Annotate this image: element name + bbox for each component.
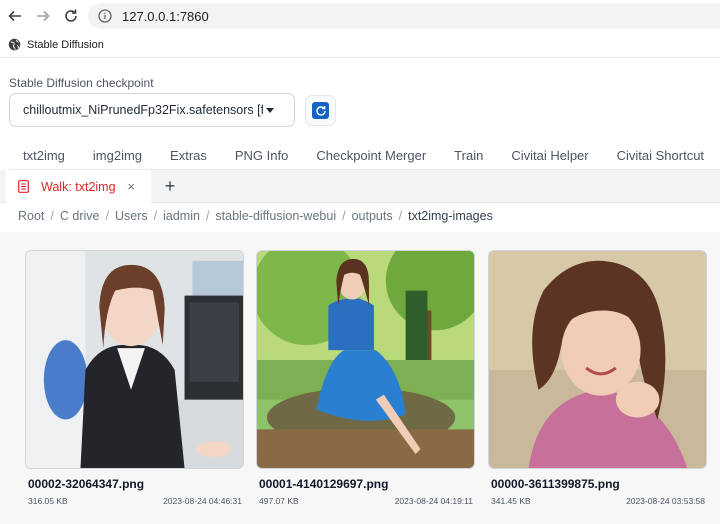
breadcrumb-item[interactable]: outputs [352,209,393,223]
breadcrumb-separator: / [153,209,158,223]
walk-tab[interactable]: Walk: txt2img × [6,170,151,203]
breadcrumb-item[interactable]: Users [115,209,148,223]
reload-button[interactable] [58,3,84,29]
chevron-down-icon [266,108,274,113]
file-date: 2023-08-24 04:46:31 [163,496,242,506]
document-icon [18,180,29,193]
refresh-checkpoints-button[interactable] [305,95,336,126]
breadcrumb-separator: / [205,209,210,223]
breadcrumb-separator: / [342,209,346,223]
close-icon[interactable]: × [127,179,135,194]
tab-checkpoint-merger[interactable]: Checkpoint Merger [302,142,440,170]
breadcrumb-item[interactable]: Root [18,209,44,223]
image-thumbnail[interactable] [25,250,244,469]
image-thumbnail[interactable] [488,250,707,469]
tab-civitai-shortcut[interactable]: Civitai Shortcut [603,142,718,170]
add-tab-button[interactable]: + [160,176,180,196]
main-tab-bar: txt2img img2img Extras PNG Info Checkpoi… [9,142,720,170]
address-bar[interactable]: 127.0.0.1:7860 [88,3,720,29]
file-size: 316.05 KB [28,496,68,506]
walk-tab-label: Walk: txt2img [41,179,116,194]
tab-png-info[interactable]: PNG Info [221,142,302,170]
tab-txt2img[interactable]: txt2img [9,142,79,170]
image-card[interactable]: 00001-4140129697.png 497.07 KB 2023-08-2… [256,250,476,506]
file-name: 00000-3611399875.png [491,477,620,491]
file-size: 497.07 KB [259,496,299,506]
image-card[interactable]: 00000-3611399875.png 341.45 KB 2023-08-2… [488,250,708,506]
url-text: 127.0.0.1:7860 [122,8,209,24]
site-title-bar: Stable Diffusion [0,32,720,58]
breadcrumb-separator: / [50,209,54,223]
browser-toolbar: 127.0.0.1:7860 [0,0,720,32]
file-size: 341.45 KB [491,496,531,506]
file-name: 00001-4140129697.png [259,477,389,491]
breadcrumb: Root / C drive / Users / iadmin / stable… [18,207,493,225]
file-date: 2023-08-24 04:19:11 [394,496,473,506]
globe-icon [8,38,21,51]
file-name: 00002-32064347.png [28,477,145,491]
tab-civitai-helper[interactable]: Civitai Helper [497,142,602,170]
back-button[interactable] [2,3,28,29]
tab-extras[interactable]: Extras [156,142,221,170]
breadcrumb-item[interactable]: iadmin [163,209,200,223]
reload-icon [65,9,77,22]
breadcrumb-separator: / [105,209,109,223]
tab-train[interactable]: Train [440,142,497,170]
site-title: Stable Diffusion [27,38,104,51]
info-icon[interactable] [98,9,112,23]
walk-tab-bar: Walk: txt2img × + [0,170,720,203]
image-thumbnail[interactable] [256,250,475,469]
refresh-icon [312,102,329,119]
breadcrumb-separator: / [398,209,403,223]
checkpoint-value: chilloutmix_NiPrunedFp32Fix.safetensors … [23,103,263,117]
breadcrumb-item[interactable]: C drive [60,209,100,223]
tab-img2img[interactable]: img2img [79,142,156,170]
breadcrumb-current[interactable]: txt2img-images [408,209,493,223]
forward-button[interactable] [30,3,56,29]
checkpoint-label: Stable Diffusion checkpoint [9,76,154,90]
arrow-left-icon [8,10,21,22]
breadcrumb-item[interactable]: stable-diffusion-webui [215,209,336,223]
checkpoint-dropdown[interactable]: chilloutmix_NiPrunedFp32Fix.safetensors … [9,93,295,127]
arrow-right-icon [37,10,50,22]
image-card[interactable]: 00002-32064347.png 316.05 KB 2023-08-24 … [25,250,245,506]
file-date: 2023-08-24 03:53:58 [626,496,705,506]
